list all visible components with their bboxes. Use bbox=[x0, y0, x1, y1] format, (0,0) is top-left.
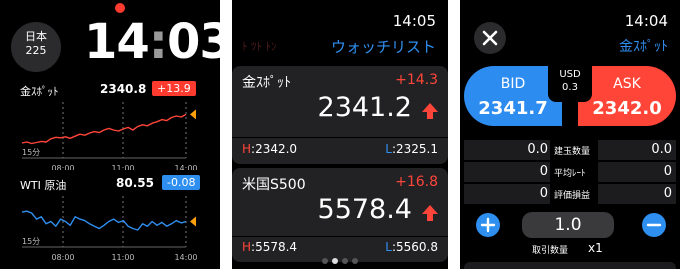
page-dot bbox=[352, 258, 358, 264]
watch-time: 14:03 bbox=[84, 14, 220, 70]
spread-indicator: USD 0.3 bbox=[548, 66, 592, 102]
low-value: L:2325.1 bbox=[385, 142, 438, 156]
current-price-marker-icon bbox=[190, 216, 196, 227]
symbol-change: +16.8 bbox=[395, 174, 438, 190]
row-label: 平均ﾚｰﾄ bbox=[554, 169, 586, 179]
high-number: :2342.0 bbox=[251, 142, 298, 156]
panel-change-badge: +13.9 bbox=[152, 81, 196, 96]
spread-currency: USD bbox=[559, 69, 581, 80]
page-title: ウォッチリスト bbox=[330, 38, 436, 56]
symbol-price: 2341.2 bbox=[317, 92, 412, 123]
row-label: 建玉数量 bbox=[554, 147, 591, 157]
complication-value: 225 bbox=[25, 44, 47, 57]
status-time: 14:04 bbox=[624, 12, 668, 30]
ask-label: ASK bbox=[613, 76, 641, 92]
chart-tick-label: 14:00 bbox=[174, 253, 197, 262]
complication-label: 日本 bbox=[25, 30, 47, 43]
symbol-price: 5578.4 bbox=[317, 194, 412, 225]
chart-series-line bbox=[21, 210, 187, 231]
row-label: 評価損益 bbox=[554, 191, 591, 201]
close-button[interactable] bbox=[474, 22, 506, 54]
row-right-value: 0 bbox=[663, 164, 672, 179]
spread-value: 0.3 bbox=[562, 82, 578, 93]
symbol-name: 金ｽﾎﾟｯﾄ bbox=[242, 75, 291, 91]
divider bbox=[232, 137, 448, 138]
up-arrow-icon bbox=[422, 103, 438, 119]
scrolled-text: ﾄ ﾂﾄ ﾄﾝ bbox=[242, 40, 277, 53]
status-time: 14:05 bbox=[392, 12, 436, 30]
wti-chart-panel[interactable]: WTI 原油 80.55 -0.08 08:00 11:00 14:00 15分 bbox=[8, 170, 212, 265]
chart-interval-label: 15分 bbox=[22, 148, 40, 157]
ask-button[interactable]: ASK 2342.0 bbox=[578, 66, 676, 126]
increase-button[interactable] bbox=[476, 213, 500, 237]
gold-chart-panel[interactable]: 金ｽﾎﾟｯﾄ 2340.8 +13.9 08:00 11:00 14:00 15分 bbox=[8, 76, 212, 173]
divider bbox=[232, 236, 448, 237]
up-arrow-icon bbox=[422, 205, 438, 221]
high-value: H:2342.0 bbox=[242, 142, 297, 156]
ask-value: 2342.0 bbox=[592, 98, 662, 119]
time-hours: 14 bbox=[84, 14, 150, 70]
page-dot-active bbox=[332, 258, 338, 264]
nikkei-complication[interactable]: 日本 225 bbox=[11, 22, 61, 72]
notification-dot bbox=[115, 3, 125, 13]
row-left-value: 0.0 bbox=[527, 142, 548, 157]
chart-interval-label: 15分 bbox=[22, 237, 40, 246]
low-key: L bbox=[385, 142, 392, 156]
high-key: H bbox=[242, 142, 252, 156]
watch-face-screen: 日本 225 14:03 金ｽﾎﾟｯﾄ 2340.8 +13.9 08:00 11… bbox=[0, 0, 220, 269]
page-indicator bbox=[232, 249, 448, 268]
row-right-value: 0 bbox=[663, 186, 672, 201]
panel-change-badge: -0.08 bbox=[162, 175, 201, 190]
bid-value: 2341.7 bbox=[478, 98, 548, 119]
plus-icon bbox=[480, 217, 496, 233]
chart-series-line bbox=[21, 113, 187, 145]
time-separator: : bbox=[148, 14, 168, 70]
average-rate-row: 0 平均ﾚｰﾄ 0 bbox=[464, 162, 676, 182]
watchlist-item-sp500[interactable]: 米国S500 +16.8 5578.4 H:5578.4 L:5560.8 bbox=[232, 168, 448, 262]
row-left-value: 0 bbox=[539, 186, 548, 201]
scroll-footer bbox=[464, 262, 676, 269]
chart-tick-label: 11:00 bbox=[111, 253, 134, 262]
panel-symbol-value: 2340.8 bbox=[100, 82, 147, 96]
quantity-display[interactable]: 1.0 bbox=[522, 212, 614, 238]
trade-screen: 14:04 金ｽﾎﾟｯﾄ BID 2341.7 ASK 2342.0 USD 0… bbox=[460, 0, 680, 269]
low-number: :2325.1 bbox=[391, 142, 438, 156]
wti-line-chart: 08:00 11:00 14:00 15分 bbox=[21, 196, 198, 262]
close-icon bbox=[482, 30, 498, 46]
panel-symbol-value: 80.55 bbox=[116, 176, 154, 190]
symbol-change: +14.3 bbox=[395, 72, 438, 88]
quantity-label: 取引数量 bbox=[532, 246, 569, 256]
position-quantity-row: 0.0 建玉数量 0.0 bbox=[464, 140, 676, 160]
quantity-multiplier: x1 bbox=[588, 241, 603, 255]
watchlist-item-gold[interactable]: 金ｽﾎﾟｯﾄ +14.3 2341.2 H:2342.0 L:2325.1 bbox=[232, 66, 448, 164]
current-price-marker-icon bbox=[190, 109, 196, 120]
page-title: 金ｽﾎﾟｯﾄ bbox=[619, 39, 668, 55]
time-minutes: 03 bbox=[167, 14, 220, 70]
row-right-value: 0.0 bbox=[651, 142, 672, 157]
page-dot bbox=[342, 258, 348, 264]
decrease-button[interactable] bbox=[642, 213, 666, 237]
valuation-pl-row: 0 評価損益 0 bbox=[464, 184, 676, 204]
symbol-name: 米国S500 bbox=[242, 177, 306, 193]
minus-icon bbox=[646, 223, 662, 227]
page-dot bbox=[322, 258, 328, 264]
row-left-value: 0 bbox=[539, 164, 548, 179]
chart-tick-label: 08:00 bbox=[51, 253, 74, 262]
gold-line-chart: 08:00 11:00 14:0015分 bbox=[21, 102, 198, 173]
watchlist-screen: ﾄ ﾂﾄ ﾄﾝ 14:05 ウォッチリスト 金ｽﾎﾟｯﾄ +14.3 2341.… bbox=[232, 0, 448, 269]
